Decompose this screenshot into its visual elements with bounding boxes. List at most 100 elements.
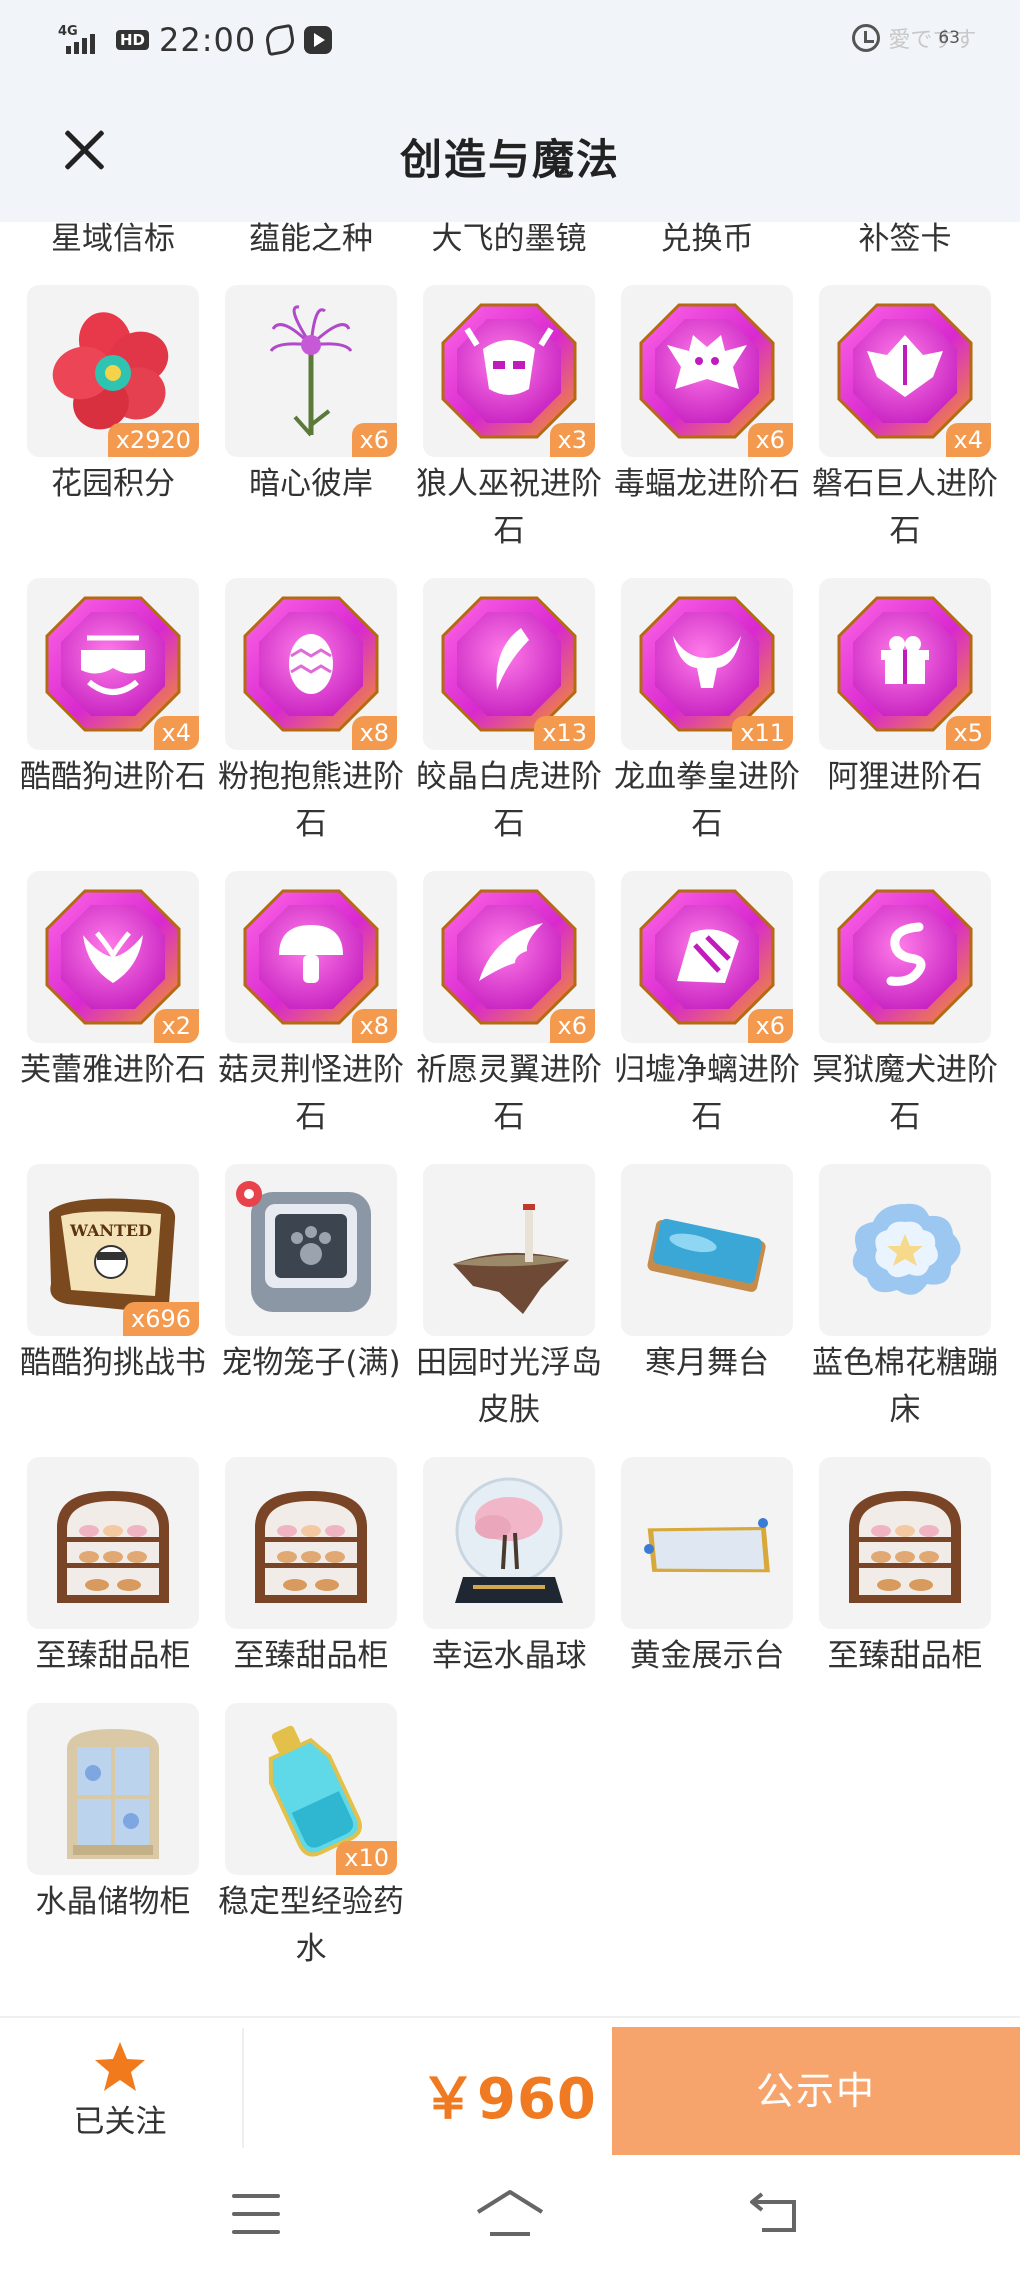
grid-item[interactable]: x4 酷酷狗进阶石 [20, 578, 206, 801]
gem-icon: x11 [621, 578, 793, 750]
grid-item[interactable]: x4 磐石巨人进阶石 [812, 285, 998, 555]
gem-icon: x2 [27, 871, 199, 1043]
item-name: 至臻甜品柜 [827, 1638, 983, 1674]
home-icon[interactable] [474, 2186, 546, 2242]
count-badge: x6 [747, 1009, 793, 1043]
item-name: 粉抱抱熊进阶石 [218, 759, 404, 842]
signal-icon: 4G [58, 24, 106, 56]
item-name: 皎晶白虎进阶石 [416, 759, 602, 842]
grid-item[interactable]: 至臻甜品柜 [225, 1457, 397, 1680]
grid-item[interactable]: 幸运水晶球 [423, 1457, 595, 1680]
count-badge: x5 [945, 716, 991, 750]
item-name: 菇灵荆怪进阶石 [218, 1052, 404, 1135]
grid-item[interactable]: x13 皎晶白虎进阶石 [416, 578, 602, 848]
hd-badge: HD [116, 30, 150, 50]
item-name: 稳定型经验药水 [218, 1884, 404, 1967]
gem-icon: x8 [225, 871, 397, 1043]
item-name: 至臻甜品柜 [35, 1638, 191, 1674]
divider [242, 2028, 244, 2148]
item-name: 水晶储物柜 [35, 1884, 191, 1920]
gem-icon: x8 [225, 578, 397, 750]
ice-stage-icon [621, 1164, 793, 1336]
item-name: 幸运水晶球 [431, 1638, 587, 1674]
grid-item[interactable]: x2920 花园积分 [27, 285, 199, 508]
grid-item[interactable]: x6 毒蝠龙进阶石 [614, 285, 800, 508]
item-name: 冥狱魔犬进阶石 [812, 1052, 998, 1135]
grid-item[interactable]: x5 阿狸进阶石 [819, 578, 991, 801]
grid-item[interactable]: x6 归墟净螭进阶石 [614, 871, 800, 1141]
svg-text:WANTED: WANTED [69, 1221, 152, 1240]
status-button[interactable]: 公示中 [612, 2027, 1020, 2155]
count-badge: x6 [549, 1009, 595, 1043]
gem-icon: x5 [819, 578, 991, 750]
grid-item[interactable]: WANTED x696 酷酷狗挑战书 [20, 1164, 206, 1387]
price: ￥960 [420, 2067, 597, 2132]
grid-item[interactable]: 黄金展示台 [621, 1457, 793, 1680]
grid-item[interactable]: x6 暗心彼岸 [225, 285, 397, 508]
count-badge: x696 [122, 1302, 199, 1336]
grid-item[interactable]: 寒月舞台 [621, 1164, 793, 1387]
count-badge: x13 [534, 716, 595, 750]
item-name: 寒月舞台 [645, 1345, 769, 1381]
item-name: 阿狸进阶石 [827, 759, 983, 795]
item-name: 田园时光浮岛皮肤 [416, 1345, 602, 1428]
exp-potion-icon: x10 [225, 1703, 397, 1875]
item-name: 宠物笼子(满) [221, 1345, 401, 1381]
top-row-item-label: 星域信标 [51, 222, 175, 257]
grid-item[interactable]: 宠物笼子(满) [221, 1164, 401, 1387]
count-badge: x2920 [107, 423, 199, 457]
item-name: 蓝色棉花糖蹦床 [812, 1345, 998, 1428]
count-badge: x10 [336, 1841, 397, 1875]
dessert-cabinet-icon [819, 1457, 991, 1629]
count-badge: x2 [153, 1009, 199, 1043]
gem-icon: x6 [423, 871, 595, 1043]
grid-item[interactable]: x6 祈愿灵翼进阶石 [416, 871, 602, 1141]
item-grid[interactable]: 星域信标 蕴能之种 大飞的墨镜 兑换币 补签卡 x2920 花园积分 x6 暗心彼岸 x3 狼人巫… [0, 222, 1020, 2016]
star-icon [95, 2042, 145, 2091]
top-row-item-label: 大飞的墨镜 [431, 222, 587, 257]
grid-item[interactable]: 蓝色棉花糖蹦床 [812, 1164, 998, 1434]
dessert-cabinet-icon [27, 1457, 199, 1629]
follow-button[interactable]: 已关注 [40, 2040, 200, 2141]
video-icon [304, 26, 333, 54]
item-name: 龙血拳皇进阶石 [614, 759, 800, 842]
item-name: 归墟净螭进阶石 [614, 1052, 800, 1135]
item-name: 毒蝠龙进阶石 [614, 466, 800, 502]
item-name: 黄金展示台 [629, 1638, 785, 1674]
floating-island-icon [423, 1164, 595, 1336]
status-bar: 4G HD 22:00 愛ですす 63 [0, 0, 1020, 80]
grid-item[interactable]: x3 狼人巫祝进阶石 [416, 285, 602, 555]
gem-icon: x4 [27, 578, 199, 750]
top-row-item-label: 补签卡 [858, 222, 952, 257]
grid-item[interactable]: 至臻甜品柜 [819, 1457, 991, 1680]
follow-label: 已关注 [73, 2104, 167, 2140]
count-badge: x11 [732, 716, 793, 750]
grid-item[interactable]: x11 龙血拳皇进阶石 [614, 578, 800, 848]
grid-item[interactable]: x8 粉抱抱熊进阶石 [218, 578, 404, 848]
item-name: 花园积分 [51, 466, 175, 502]
grid-item[interactable]: x10 稳定型经验药水 [218, 1703, 404, 1973]
grid-item[interactable]: x8 菇灵荆怪进阶石 [218, 871, 404, 1141]
count-badge: x8 [351, 1009, 397, 1043]
item-name: 至臻甜品柜 [233, 1638, 389, 1674]
spider-lily-icon: x6 [225, 285, 397, 457]
grid-item[interactable]: 田园时光浮岛皮肤 [416, 1164, 602, 1434]
grid-item[interactable]: 至臻甜品柜 [27, 1457, 199, 1680]
item-name: 祈愿灵翼进阶石 [416, 1052, 602, 1135]
leaf-icon [264, 23, 297, 57]
bottom-bar: 已关注 ￥960 公示中 [0, 2016, 1020, 2156]
back-icon[interactable] [748, 2188, 802, 2236]
grid-item[interactable]: x2 芙蕾雅进阶石 [20, 871, 206, 1094]
top-row-item-label: 兑换币 [660, 222, 754, 257]
gem-icon: x3 [423, 285, 595, 457]
item-name: 酷酷狗挑战书 [20, 1345, 206, 1381]
battery-level: 63 [938, 28, 960, 48]
menu-icon[interactable] [232, 2194, 280, 2234]
page-title: 创造与魔法 [399, 135, 620, 184]
flower-icon: x2920 [27, 285, 199, 457]
grid-item[interactable]: 水晶储物柜 [27, 1703, 199, 1926]
top-row-item-label: 蕴能之种 [249, 222, 373, 257]
grid-item[interactable]: 冥狱魔犬进阶石 [812, 871, 998, 1141]
item-name: 暗心彼岸 [249, 466, 373, 502]
golden-platform-icon [621, 1457, 793, 1629]
